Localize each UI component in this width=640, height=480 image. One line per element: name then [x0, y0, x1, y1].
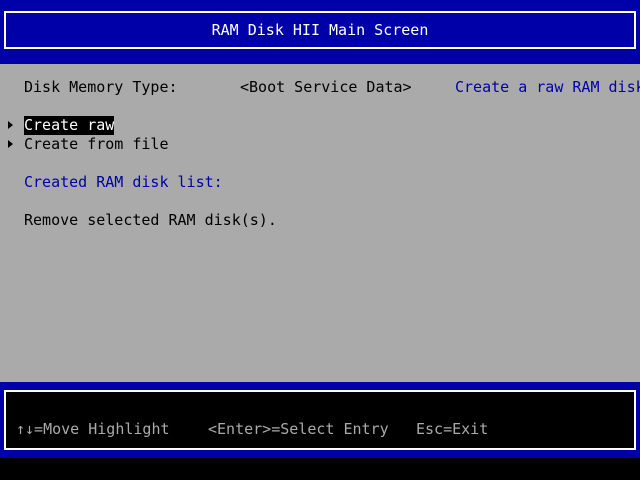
move-highlight-hint: ↑↓=Move Highlight	[16, 420, 170, 438]
help-text: Create a raw RAM disk.	[455, 78, 640, 96]
menu-pointer-icon	[8, 140, 13, 148]
page-title: RAM Disk HII Main Screen	[211, 20, 429, 39]
create-from-file-menu-item[interactable]: Create from file	[24, 135, 169, 154]
created-ram-disk-list-heading: Created RAM disk list:	[24, 173, 223, 191]
bios-screen: RAM Disk HII Main Screen Disk Memory Typ…	[0, 0, 640, 480]
key-hints-panel: ↑↓=Move Highlight <Enter>=Select Entry E…	[4, 390, 636, 450]
disk-memory-type-select[interactable]: <Boot Service Data>	[240, 78, 412, 97]
disk-memory-type-label: Disk Memory Type:	[24, 78, 178, 96]
title-bar: RAM Disk HII Main Screen	[0, 0, 640, 64]
title-frame: RAM Disk HII Main Screen	[4, 11, 636, 49]
create-raw-menu-item[interactable]: Create raw	[24, 116, 115, 135]
footer-bar: ↑↓=Move Highlight <Enter>=Select Entry E…	[0, 382, 640, 458]
menu-pointer-icon	[8, 121, 13, 129]
select-entry-hint: <Enter>=Select Entry	[208, 420, 389, 438]
form-panel: Disk Memory Type: <Boot Service Data> Cr…	[0, 64, 640, 382]
remove-ram-disk-button[interactable]: Remove selected RAM disk(s).	[24, 211, 277, 230]
exit-hint: Esc=Exit	[416, 420, 489, 438]
